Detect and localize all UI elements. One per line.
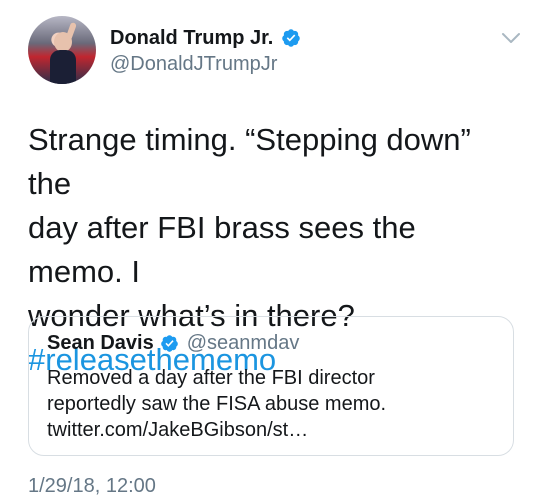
avatar[interactable]	[28, 16, 96, 84]
tweet-text-line: day after FBI brass sees the memo. I	[28, 210, 416, 289]
quoted-author-row: Sean Davis @seanmdav	[47, 331, 299, 355]
tweet-timestamp[interactable]: 1/29/18, 12:00	[28, 474, 156, 498]
avatar-figure-body	[50, 50, 76, 84]
verified-badge-icon	[160, 334, 178, 352]
avatar-figure-head	[54, 32, 72, 52]
quoted-author-handle: @seanmdav	[186, 332, 300, 354]
quoted-text-line: reportedly saw the FISA abuse memo.	[47, 393, 387, 415]
quoted-tweet-card[interactable]: Sean Davis @seanmdav Removed a day after…	[28, 316, 514, 456]
tweet-text-line: Strange timing. “Stepping down” the	[28, 122, 471, 201]
verified-badge-icon	[282, 29, 301, 47]
quoted-author-name: Sean Davis	[47, 332, 154, 354]
chevron-down-icon[interactable]	[500, 30, 522, 46]
author-name[interactable]: Donald Trump Jr.	[110, 26, 273, 50]
quoted-link[interactable]: twitter.com/JakeBGibson/st…	[47, 417, 497, 443]
quoted-tweet-text: Removed a day after the FBI director rep…	[47, 365, 497, 443]
author-handle[interactable]: @DonaldJTrumpJr	[110, 52, 277, 76]
author-name-row: Donald Trump Jr.	[110, 26, 301, 50]
quoted-text-line: Removed a day after the FBI director	[47, 367, 375, 389]
